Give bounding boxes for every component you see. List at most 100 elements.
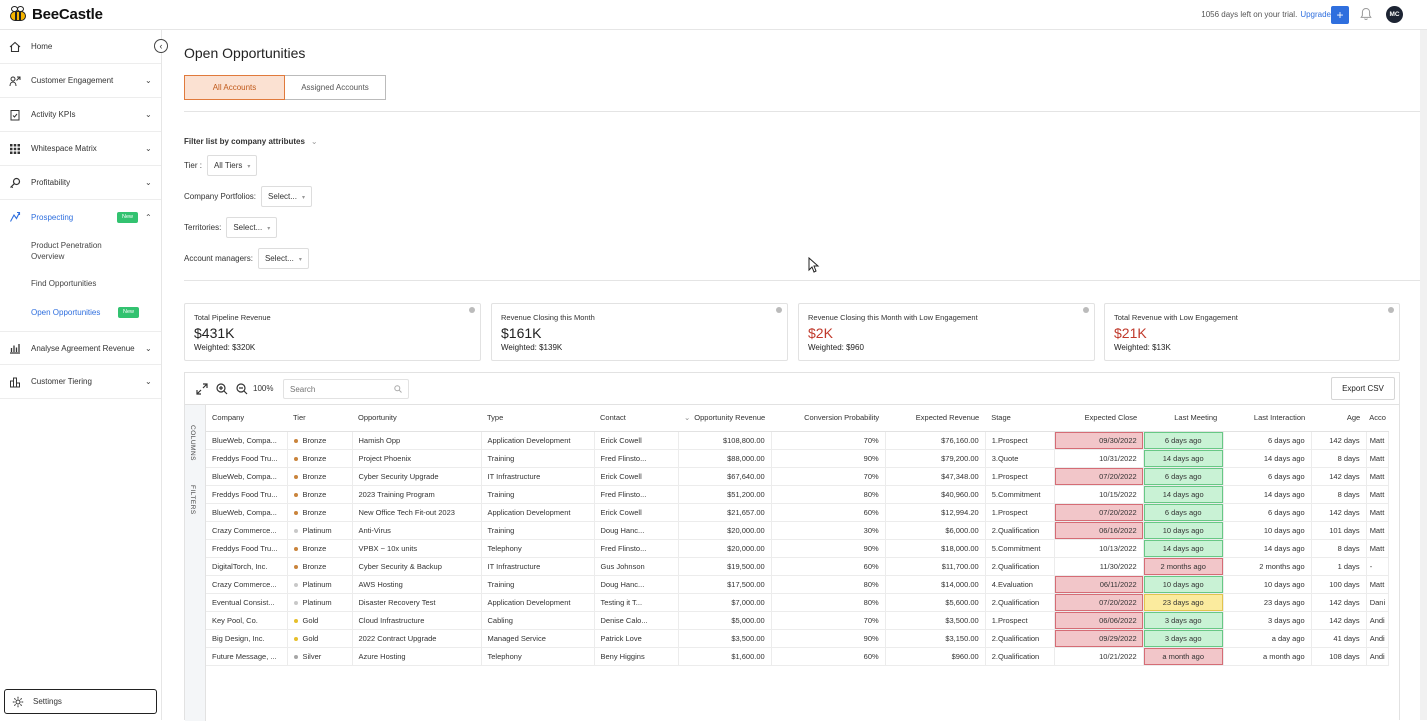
sidebar-subitem-product-penetration[interactable]: Product Penetration Overview xyxy=(31,240,121,262)
table-row[interactable]: Key Pool, Co. Gold Cloud Infrastructure Cab… xyxy=(206,611,1390,630)
page-scrollbar[interactable] xyxy=(1420,30,1427,720)
sidebar-item-home[interactable]: Home xyxy=(0,30,161,64)
tier-dot-icon xyxy=(293,600,298,605)
table-row[interactable]: Freddys Food Tru... Bronze VPBX ~ 10x unit… xyxy=(206,539,1390,558)
column-header[interactable]: Last Interaction xyxy=(1223,405,1312,432)
sidebar-item-label: Customer Engagement xyxy=(31,76,114,85)
sidebar-item-whitespace-matrix[interactable]: Whitespace Matrix ⌄ xyxy=(0,132,161,166)
sidebar-item-profitability[interactable]: Profitability ⌄ xyxy=(0,166,161,200)
table-row[interactable]: Big Design, Inc. Gold 2022 Contract Upgrad… xyxy=(206,629,1390,648)
sidebar-subitem-find-opportunities[interactable]: Find Opportunities xyxy=(31,278,96,289)
column-header[interactable]: Type xyxy=(481,405,594,432)
sidebar-item-prospecting[interactable]: Prospecting New ⌃ xyxy=(0,200,161,234)
column-header[interactable]: Opportunity xyxy=(352,405,481,432)
info-icon[interactable] xyxy=(469,307,475,313)
column-header[interactable]: Conversion Probability xyxy=(771,405,886,432)
bell-icon[interactable] xyxy=(1360,7,1372,21)
cell-interaction: 6 days ago xyxy=(1223,431,1312,450)
account-managers-select[interactable]: Select... ▾ xyxy=(257,248,309,269)
cell-opportunity: Disaster Recovery Test xyxy=(352,593,482,612)
column-header[interactable]: Tier xyxy=(287,405,352,432)
column-header[interactable]: Acco xyxy=(1366,405,1389,432)
tier-select[interactable]: All Tiers ▾ xyxy=(206,155,258,176)
user-avatar[interactable]: MC xyxy=(1386,6,1403,23)
clipboard-check-icon xyxy=(10,109,20,120)
table-row[interactable]: BlueWeb, Compa... Bronze New Office Tech F… xyxy=(206,503,1390,522)
upgrade-link[interactable]: Upgrade xyxy=(1300,10,1331,19)
cell-meeting: 2 months ago xyxy=(1143,557,1224,576)
cell-close: 10/13/2022 xyxy=(1054,539,1144,558)
table-row[interactable]: BlueWeb, Compa... Bronze Cyber Security Up… xyxy=(206,467,1390,486)
sidebar-item-analyse-agreement-revenue[interactable]: Analyse Agreement Revenue ⌄ xyxy=(0,331,161,365)
filters-tab[interactable]: FILTERS xyxy=(189,485,196,515)
cell-meeting: 14 days ago xyxy=(1143,449,1224,468)
table-row[interactable]: Freddys Food Tru... Bronze Project Phoenix… xyxy=(206,449,1390,468)
zoom-in-icon[interactable] xyxy=(216,383,228,395)
table-row[interactable]: BlueWeb, Compa... Bronze Hamish Opp Applica… xyxy=(206,431,1390,450)
cell-prob: 90% xyxy=(771,629,886,648)
column-header[interactable]: Expected Revenue xyxy=(885,405,986,432)
columns-tab[interactable]: COLUMNS xyxy=(189,425,196,461)
brand-logo[interactable]: BeeCastle xyxy=(8,5,103,23)
cell-acct: Matt xyxy=(1366,521,1390,540)
cell-contact: Fred Flinsto... xyxy=(594,539,679,558)
settings-button[interactable]: Settings xyxy=(4,689,157,714)
table-row[interactable]: DigitalTorch, Inc. Bronze Cyber Security &… xyxy=(206,557,1390,576)
tier-label: Bronze xyxy=(302,507,327,517)
table-row[interactable]: Crazy Commerce... Platinum AWS Hosting Trai… xyxy=(206,575,1390,594)
column-header[interactable]: Stage xyxy=(985,405,1055,432)
info-icon[interactable] xyxy=(776,307,782,313)
column-header[interactable]: Expected Close xyxy=(1054,405,1144,432)
info-icon[interactable] xyxy=(1083,307,1089,313)
column-header-sorted[interactable]: ⌄ Opportunity Revenue xyxy=(678,405,772,432)
tab-assigned-accounts[interactable]: Assigned Accounts xyxy=(285,75,386,100)
sidebar-item-activity-kpis[interactable]: Activity KPIs ⌄ xyxy=(0,98,161,132)
tier-dot-icon xyxy=(293,546,298,551)
add-button[interactable]: + xyxy=(1331,6,1349,24)
search-input[interactable] xyxy=(284,380,384,398)
filter-section-toggle[interactable]: Filter list by company attributes ⌄ xyxy=(184,137,318,146)
cell-expected: $12,994.20 xyxy=(885,503,986,522)
cell-meeting: a month ago xyxy=(1143,647,1224,666)
cell-type: Training xyxy=(481,449,595,468)
table-row[interactable]: Crazy Commerce... Platinum Anti-Virus Train… xyxy=(206,521,1390,540)
page-title: Open Opportunities xyxy=(184,45,306,61)
cell-type: Training xyxy=(481,485,595,504)
column-header[interactable]: Company xyxy=(206,405,287,432)
column-header[interactable]: Contact xyxy=(594,405,678,432)
chevron-down-icon: ⌄ xyxy=(145,343,152,353)
kpi-value: $161K xyxy=(501,325,542,341)
cell-opportunity: Azure Hosting xyxy=(352,647,482,666)
filter-territories: Territories: Select... ▾ xyxy=(184,217,278,238)
column-header[interactable]: Age xyxy=(1311,405,1367,432)
sidebar: ‹ Home Customer Engagement ⌄ Activity KP… xyxy=(0,30,168,720)
portfolio-select[interactable]: Select... ▾ xyxy=(261,186,312,207)
table-row[interactable]: Future Message, ... Silver Azure Hosting Te… xyxy=(206,647,1390,666)
cell-contact: Testing it T... xyxy=(594,593,679,612)
sidebar-item-customer-tiering[interactable]: Customer Tiering ⌄ xyxy=(0,365,161,399)
search-icon xyxy=(394,385,402,393)
sidebar-subitem-open-opportunities[interactable]: Open Opportunities xyxy=(31,307,100,318)
cell-contact: Erick Cowell xyxy=(594,431,679,450)
table-row[interactable]: Freddys Food Tru... Bronze 2023 Training P… xyxy=(206,485,1390,504)
cell-acct: Matt xyxy=(1366,431,1390,450)
cell-close: 07/20/2022 xyxy=(1054,503,1144,522)
cell-interaction: 3 days ago xyxy=(1223,611,1312,630)
column-header[interactable]: Last Meeting xyxy=(1143,405,1224,432)
tab-all-accounts[interactable]: All Accounts xyxy=(184,75,285,100)
sidebar-item-customer-engagement[interactable]: Customer Engagement ⌄ xyxy=(0,64,161,98)
cell-acct: Matt xyxy=(1366,539,1390,558)
settings-label: Settings xyxy=(33,697,62,706)
cell-revenue: $5,000.00 xyxy=(678,611,772,630)
cell-acct: Matt xyxy=(1366,485,1390,504)
cell-revenue: $20,000.00 xyxy=(678,539,772,558)
cell-expected: $11,700.00 xyxy=(885,557,986,576)
table-row[interactable]: Eventual Consist... Platinum Disaster Reco… xyxy=(206,593,1390,612)
info-icon[interactable] xyxy=(1388,307,1394,313)
export-csv-button[interactable]: Export CSV xyxy=(1331,377,1395,400)
expand-icon[interactable] xyxy=(196,383,208,395)
zoom-out-icon[interactable] xyxy=(236,383,248,395)
chevron-down-icon: ⌄ xyxy=(145,76,152,85)
cell-acct: - xyxy=(1366,557,1390,576)
territories-select[interactable]: Select... ▾ xyxy=(226,217,278,238)
